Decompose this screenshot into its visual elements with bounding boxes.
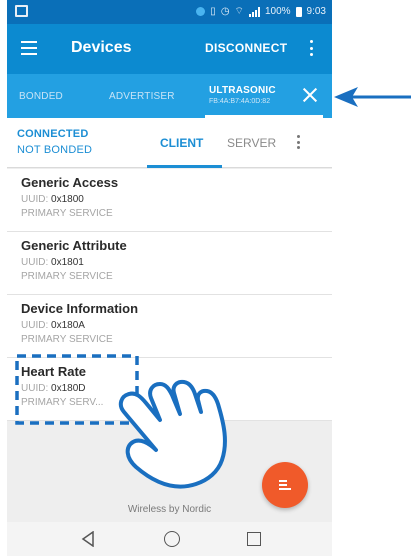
service-uuid-row: UUID: 0x180A [21, 319, 332, 333]
service-name: Heart Rate [21, 364, 87, 379]
disconnect-button[interactable]: DISCONNECT [205, 41, 287, 55]
service-type: PRIMARY SERVICE [21, 334, 113, 345]
service-generic-access[interactable]: Generic Access UUID: 0x1800 PRIMARY SERV… [7, 169, 332, 232]
app-title: Devices [71, 39, 132, 56]
more-vert-icon[interactable] [310, 40, 314, 56]
tab-client-indicator [147, 165, 222, 168]
service-type: PRIMARY SERV... [21, 397, 104, 408]
service-uuid: 0x180A [51, 320, 85, 331]
battery-percent: 100% [264, 6, 291, 17]
tab-client[interactable]: CLIENT [160, 136, 203, 150]
log-fab-button[interactable] [262, 462, 308, 508]
service-uuid-row: UUID: 0x1801 [21, 256, 332, 270]
left-arrow-icon [334, 87, 411, 107]
services-list: Generic Access UUID: 0x1800 PRIMARY SERV… [7, 169, 332, 421]
service-uuid: 0x1801 [51, 257, 84, 268]
uuid-label: UUID: [21, 257, 49, 268]
service-name: Device Information [21, 301, 139, 316]
status-icons: ▯ ◷ ⌔ 100% 9:03 [196, 5, 326, 18]
clock: 9:03 [306, 6, 326, 17]
device-address: FB:4A:B7:4A:0D:82 [209, 98, 271, 105]
device-name: ULTRASONIC [209, 85, 276, 96]
signal-icon [248, 6, 260, 17]
back-triangle-icon[interactable] [81, 531, 95, 547]
uuid-label: UUID: [21, 383, 49, 394]
bond-state: NOT BONDED [17, 144, 93, 156]
device-tabs: BONDED ADVERTISER ULTRASONIC FB:4A:B7:4A… [7, 74, 332, 118]
more-vert-icon[interactable] [297, 135, 300, 149]
tab-advertiser[interactable]: ADVERTISER [109, 91, 175, 102]
service-device-information[interactable]: Device Information UUID: 0x180A PRIMARY … [7, 295, 332, 358]
recents-square-icon[interactable] [247, 532, 261, 546]
hamburger-icon[interactable] [21, 41, 37, 55]
log-icon [279, 480, 291, 490]
tab-bonded[interactable]: BONDED [19, 91, 63, 102]
alarm-icon: ◷ [220, 6, 230, 17]
service-uuid: 0x1800 [51, 194, 84, 205]
uuid-label: UUID: [21, 320, 49, 331]
connection-bar: CONNECTED NOT BONDED CLIENT SERVER [7, 118, 332, 168]
connection-state: CONNECTED [17, 128, 89, 140]
service-generic-attribute[interactable]: Generic Attribute UUID: 0x1801 PRIMARY S… [7, 232, 332, 295]
bluetooth-icon [196, 7, 206, 16]
system-nav-bar [7, 522, 332, 556]
wifi-icon: ⌔ [234, 6, 244, 17]
close-icon[interactable] [302, 87, 318, 103]
service-uuid: 0x180D [51, 383, 86, 394]
service-uuid-row: UUID: 0x180D [21, 382, 332, 396]
service-type: PRIMARY SERVICE [21, 271, 113, 282]
service-uuid-row: UUID: 0x1800 [21, 193, 332, 207]
tab-server[interactable]: SERVER [227, 136, 276, 150]
status-bar: ▯ ◷ ⌔ 100% 9:03 [7, 0, 332, 24]
uuid-label: UUID: [21, 194, 49, 205]
service-type: PRIMARY SERVICE [21, 208, 113, 219]
screenshot-canvas: ▯ ◷ ⌔ 100% 9:03 Devices DISCONNECT BONDE… [0, 0, 417, 556]
service-heart-rate[interactable]: Heart Rate UUID: 0x180D PRIMARY SERV... [7, 358, 332, 421]
battery-icon [295, 6, 302, 17]
app-bar: Devices DISCONNECT [7, 24, 332, 74]
service-name: Generic Attribute [21, 238, 127, 253]
phone-screen: ▯ ◷ ⌔ 100% 9:03 Devices DISCONNECT BONDE… [7, 0, 332, 556]
notification-icon [15, 5, 28, 17]
service-name: Generic Access [21, 175, 119, 190]
home-circle-icon[interactable] [164, 531, 180, 547]
vibrate-icon: ▯ [210, 6, 216, 17]
